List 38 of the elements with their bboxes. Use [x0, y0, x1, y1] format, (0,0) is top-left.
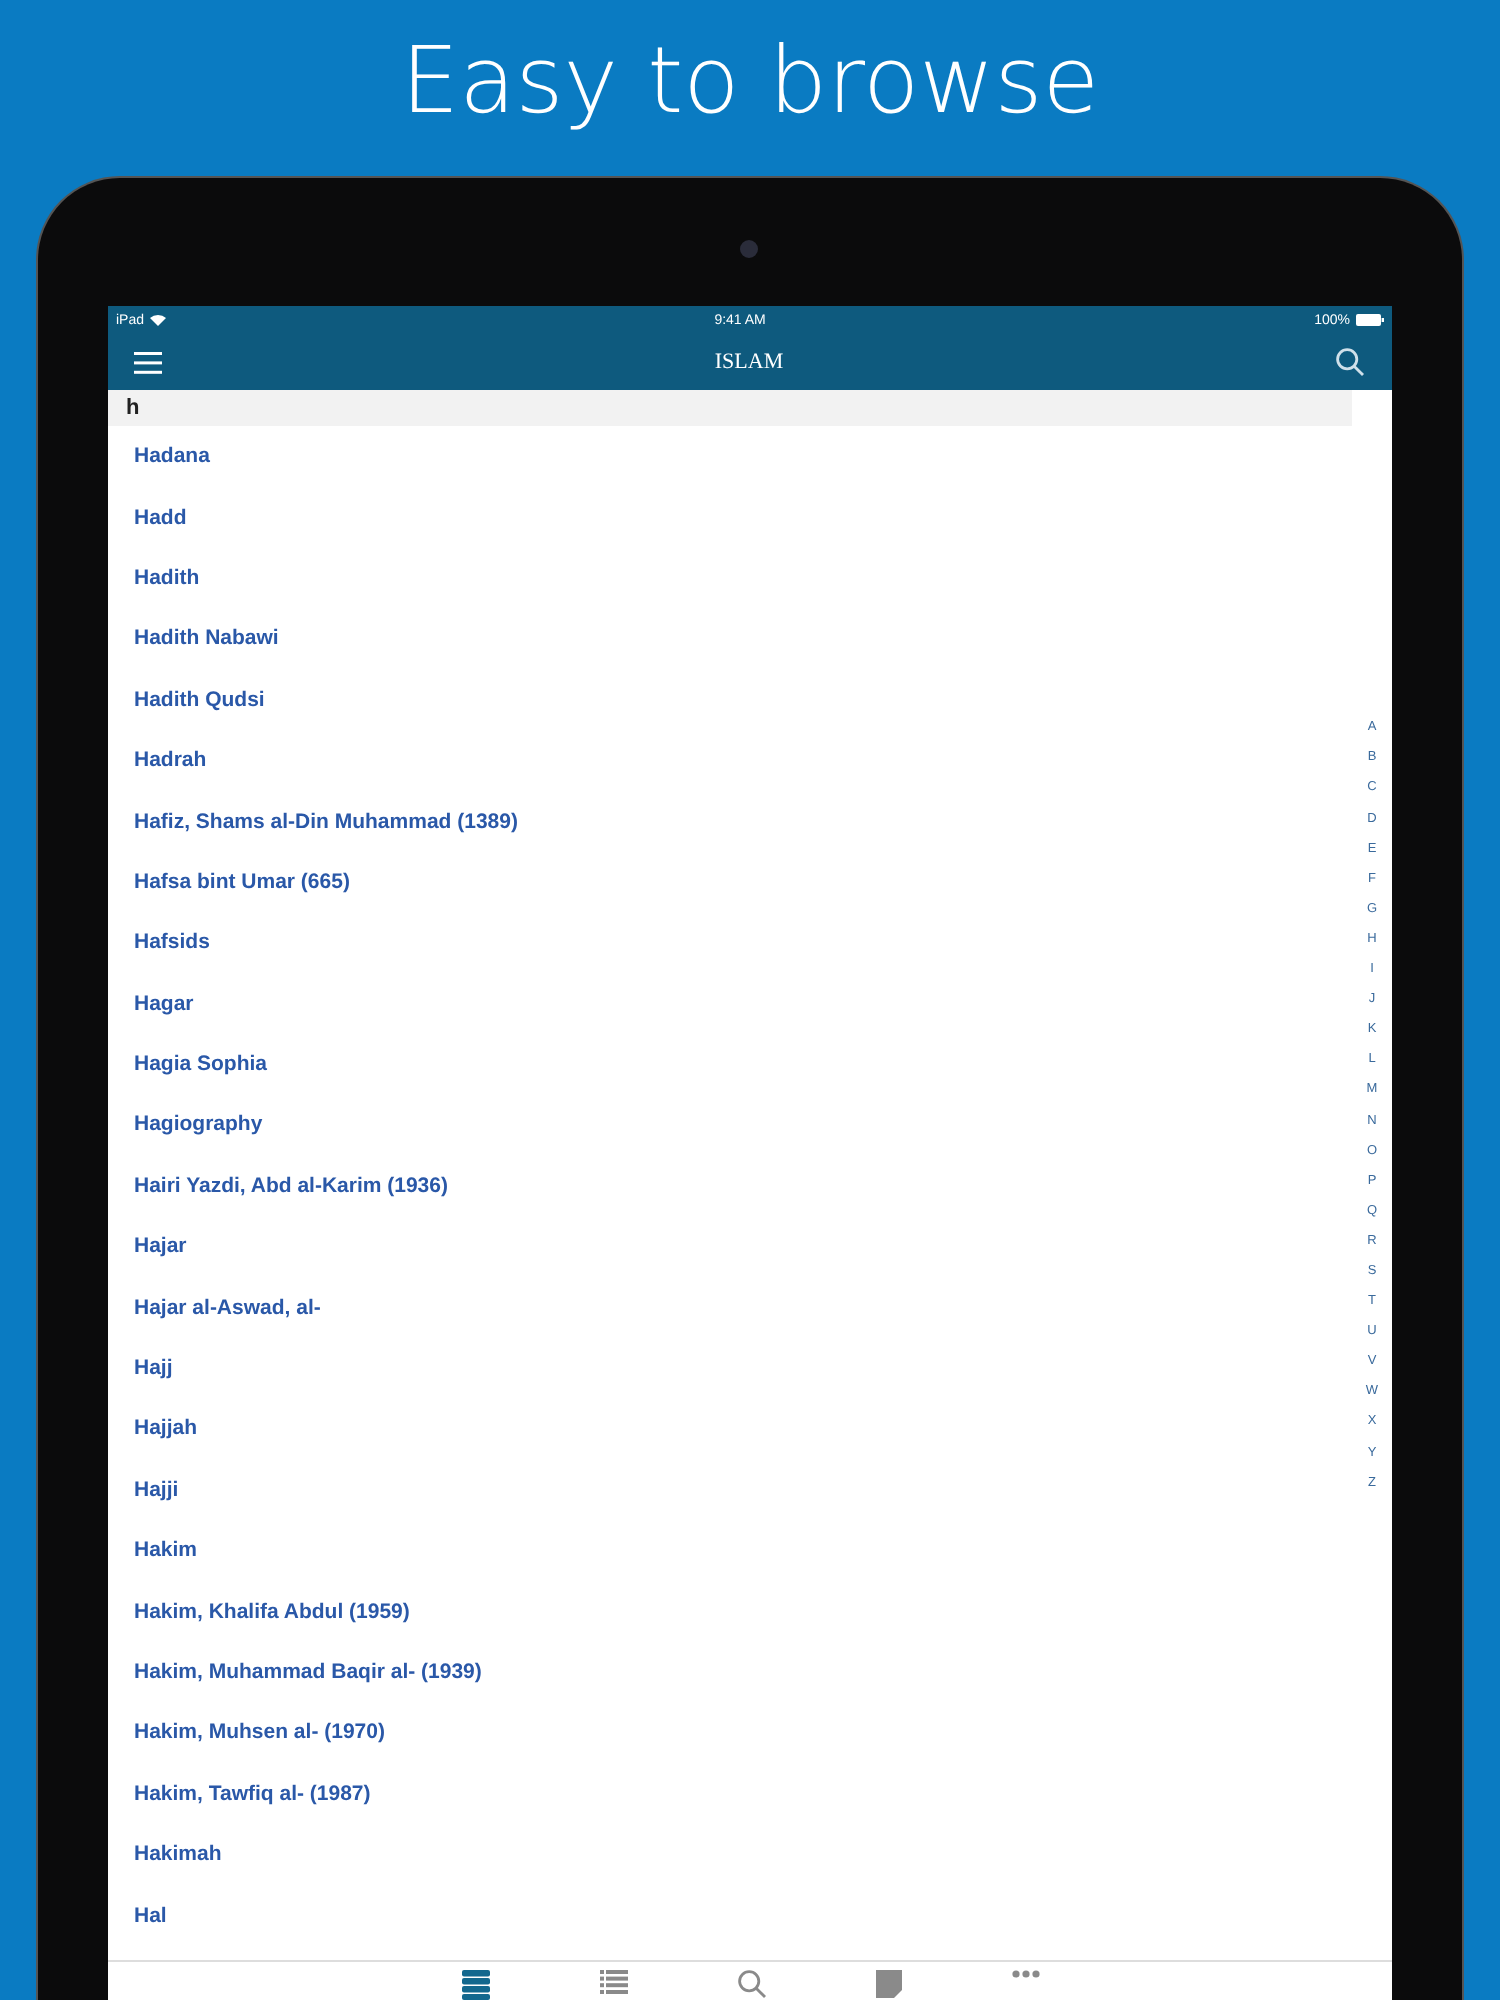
- list-item[interactable]: Hadd: [108, 486, 1352, 548]
- list-item[interactable]: Hafsids: [108, 912, 1352, 974]
- camera-icon: [740, 240, 758, 258]
- list-icon[interactable]: [599, 1970, 627, 1994]
- wifi-icon: [150, 314, 167, 326]
- list-item[interactable]: Hakimah: [108, 1823, 1352, 1885]
- list-item[interactable]: Hakim, Tawfiq al- (1987): [108, 1763, 1352, 1824]
- search-icon[interactable]: [737, 1970, 765, 1998]
- search-icon[interactable]: [1335, 348, 1364, 376]
- list-item[interactable]: Hafsa bint Umar (665): [108, 851, 1352, 913]
- list-item[interactable]: Hafiz, Shams al-Din Muhammad (1389): [108, 790, 1352, 852]
- section-header: h: [108, 390, 1352, 426]
- list-item[interactable]: Hagar: [108, 973, 1352, 1034]
- list-item[interactable]: Hagiography: [108, 1094, 1352, 1156]
- list-item[interactable]: Hairi Yazdi, Abd al-Karim (1936): [108, 1155, 1352, 1217]
- books-icon[interactable]: [461, 1970, 489, 2000]
- list-item[interactable]: Hakim, Muhammad Baqir al- (1939): [108, 1641, 1352, 1703]
- list-item[interactable]: Hajjah: [108, 1398, 1352, 1460]
- note-icon[interactable]: [875, 1970, 901, 1998]
- menu-icon[interactable]: [134, 351, 162, 373]
- headline-text: Easy to browse: [401, 28, 1099, 132]
- list-item[interactable]: Hajar: [108, 1216, 1352, 1277]
- list-item[interactable]: Hal: [108, 1884, 1352, 1946]
- list-item[interactable]: Hakim, Khalifa Abdul (1959): [108, 1580, 1352, 1642]
- list-item[interactable]: Hagia Sophia: [108, 1033, 1352, 1095]
- more-icon[interactable]: [1011, 1970, 1039, 1978]
- list-item[interactable]: Hadith: [108, 547, 1352, 609]
- list-item[interactable]: Hajj: [108, 1337, 1352, 1399]
- list-item[interactable]: Hadith Qudsi: [108, 669, 1352, 730]
- list-item[interactable]: Hadana: [108, 426, 1352, 487]
- list-item[interactable]: Hadrah: [108, 729, 1352, 791]
- nav-title: ISLAM: [714, 350, 784, 374]
- list-item[interactable]: Hajar al-Aswad, al-: [108, 1276, 1352, 1338]
- list-item[interactable]: Hajji: [108, 1459, 1352, 1521]
- list-item[interactable]: Hakim: [108, 1520, 1352, 1581]
- list-item[interactable]: Hakim, Muhsen al- (1970): [108, 1702, 1352, 1764]
- list-item[interactable]: Hadith Nabawi: [108, 608, 1352, 670]
- battery-icon: [1355, 314, 1384, 326]
